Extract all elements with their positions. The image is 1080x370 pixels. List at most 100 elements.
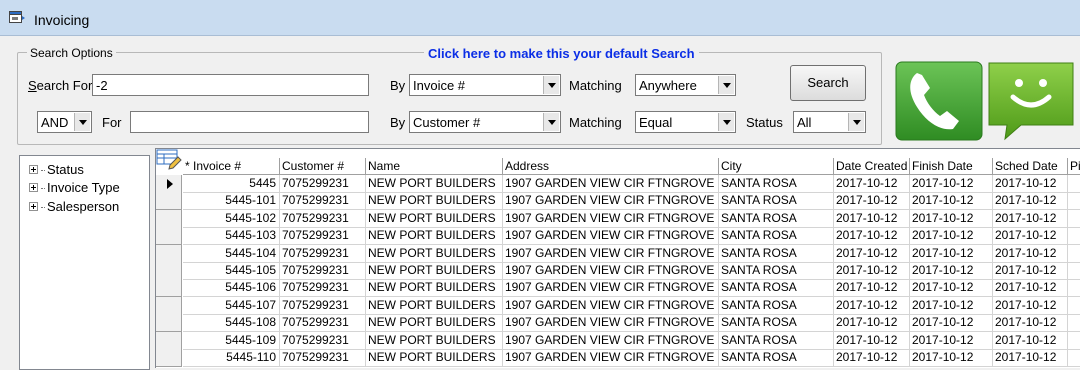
cell-finish-date[interactable]: 2017-10-12 — [910, 175, 993, 193]
column-header-sched-date[interactable]: Sched Date — [993, 158, 1068, 175]
row-selector[interactable] — [156, 296, 182, 315]
cell-address[interactable]: 1907 GARDEN VIEW CIR FTNGROVE — [503, 314, 719, 333]
cell-date-created[interactable]: 2017-10-12 — [834, 296, 910, 315]
cell-sched-date[interactable]: 2017-10-12 — [993, 175, 1068, 193]
row-selector[interactable] — [156, 314, 182, 333]
search-button[interactable]: Search — [790, 65, 866, 101]
cell-address[interactable]: 1907 GARDEN VIEW CIR FTNGROVE — [503, 192, 719, 211]
by-select-1[interactable]: Invoice # — [409, 74, 561, 96]
cell-city[interactable]: SANTA ROSA — [719, 244, 834, 263]
cell-sched-date[interactable]: 2017-10-12 — [993, 296, 1068, 315]
cell-finish-date[interactable]: 2017-10-12 — [910, 209, 993, 228]
cell-address[interactable]: 1907 GARDEN VIEW CIR FTNGROVE — [503, 209, 719, 228]
cell-customer-number[interactable]: 7075299231 — [280, 175, 366, 193]
status-select[interactable]: All — [793, 111, 866, 133]
cell-invoice-number[interactable]: 5445-104 — [183, 244, 280, 263]
edit-grid-icon[interactable] — [156, 149, 182, 175]
cell-invoice-number[interactable]: 5445-106 — [183, 279, 280, 298]
cell-sched-date[interactable]: 2017-10-12 — [993, 279, 1068, 298]
cell-name[interactable]: NEW PORT BUILDERS — [366, 331, 503, 350]
row-selector[interactable] — [156, 227, 182, 246]
cell-sched-date[interactable]: 2017-10-12 — [993, 349, 1068, 367]
cell-date-created[interactable]: 2017-10-12 — [834, 192, 910, 211]
search-for-input[interactable] — [92, 74, 369, 96]
cell-date-created[interactable]: 2017-10-12 — [834, 314, 910, 333]
cell-address[interactable]: 1907 GARDEN VIEW CIR FTNGROVE — [503, 244, 719, 263]
tree-item-status[interactable]: Status — [29, 162, 84, 177]
cell-invoice-number[interactable]: 5445-103 — [183, 227, 280, 246]
expand-icon[interactable] — [29, 202, 38, 211]
column-header-city[interactable]: City — [719, 158, 834, 175]
sms-icon[interactable] — [987, 61, 1075, 141]
column-header-pi[interactable]: Pi — [1068, 158, 1080, 175]
cell-finish-date[interactable]: 2017-10-12 — [910, 296, 993, 315]
cell-finish-date[interactable]: 2017-10-12 — [910, 349, 993, 367]
tree-item-salesperson[interactable]: Salesperson — [29, 199, 119, 214]
cell-date-created[interactable]: 2017-10-12 — [834, 262, 910, 280]
row-selector[interactable] — [156, 175, 182, 193]
cell-name[interactable]: NEW PORT BUILDERS — [366, 192, 503, 211]
cell-finish-date[interactable]: 2017-10-12 — [910, 331, 993, 350]
logic-select[interactable]: AND — [37, 111, 92, 133]
cell-pi[interactable] — [1068, 279, 1080, 298]
cell-name[interactable]: NEW PORT BUILDERS — [366, 227, 503, 246]
matching-select-2[interactable]: Equal — [635, 111, 736, 133]
cell-city[interactable]: SANTA ROSA — [719, 279, 834, 298]
cell-name[interactable]: NEW PORT BUILDERS — [366, 296, 503, 315]
cell-pi[interactable] — [1068, 297, 1080, 315]
cell-sched-date[interactable]: 2017-10-12 — [993, 262, 1068, 280]
cell-name[interactable]: NEW PORT BUILDERS — [366, 244, 503, 263]
cell-date-created[interactable]: 2017-10-12 — [834, 227, 910, 246]
cell-address[interactable]: 1907 GARDEN VIEW CIR FTNGROVE — [503, 175, 719, 193]
cell-city[interactable]: SANTA ROSA — [719, 209, 834, 228]
matching-select-1[interactable]: Anywhere — [635, 74, 736, 96]
cell-customer-number[interactable]: 7075299231 — [280, 209, 366, 228]
cell-pi[interactable] — [1068, 349, 1080, 367]
cell-name[interactable]: NEW PORT BUILDERS — [366, 279, 503, 298]
cell-pi[interactable] — [1068, 245, 1080, 263]
cell-city[interactable]: SANTA ROSA — [719, 227, 834, 246]
cell-sched-date[interactable]: 2017-10-12 — [993, 209, 1068, 228]
chevron-down-icon[interactable] — [543, 76, 559, 94]
column-header-invoice-number[interactable]: * Invoice # — [183, 158, 280, 175]
cell-finish-date[interactable]: 2017-10-12 — [910, 244, 993, 263]
for-input[interactable] — [130, 111, 369, 133]
cell-city[interactable]: SANTA ROSA — [719, 175, 834, 193]
cell-sched-date[interactable]: 2017-10-12 — [993, 244, 1068, 263]
cell-customer-number[interactable]: 7075299231 — [280, 331, 366, 350]
cell-pi[interactable] — [1068, 262, 1080, 280]
cell-date-created[interactable]: 2017-10-12 — [834, 279, 910, 298]
chevron-down-icon[interactable] — [543, 113, 559, 131]
cell-city[interactable]: SANTA ROSA — [719, 314, 834, 333]
cell-date-created[interactable]: 2017-10-12 — [834, 244, 910, 263]
by-select-2[interactable]: Customer # — [409, 111, 561, 133]
cell-invoice-number[interactable]: 5445-101 — [183, 192, 280, 211]
column-header-date-created[interactable]: Date Created — [834, 158, 910, 175]
cell-address[interactable]: 1907 GARDEN VIEW CIR FTNGROVE — [503, 331, 719, 350]
expand-icon[interactable] — [29, 183, 38, 192]
cell-city[interactable]: SANTA ROSA — [719, 331, 834, 350]
cell-invoice-number[interactable]: 5445 — [183, 175, 280, 193]
chevron-down-icon[interactable] — [74, 113, 90, 131]
cell-finish-date[interactable]: 2017-10-12 — [910, 314, 993, 333]
cell-invoice-number[interactable]: 5445-109 — [183, 331, 280, 350]
cell-customer-number[interactable]: 7075299231 — [280, 349, 366, 367]
cell-customer-number[interactable]: 7075299231 — [280, 279, 366, 298]
column-header-finish-date[interactable]: Finish Date — [910, 158, 993, 175]
cell-address[interactable]: 1907 GARDEN VIEW CIR FTNGROVE — [503, 262, 719, 280]
cell-customer-number[interactable]: 7075299231 — [280, 192, 366, 211]
cell-invoice-number[interactable]: 5445-102 — [183, 209, 280, 228]
cell-finish-date[interactable]: 2017-10-12 — [910, 262, 993, 280]
cell-customer-number[interactable]: 7075299231 — [280, 262, 366, 280]
cell-name[interactable]: NEW PORT BUILDERS — [366, 209, 503, 228]
cell-date-created[interactable]: 2017-10-12 — [834, 349, 910, 367]
cell-sched-date[interactable]: 2017-10-12 — [993, 331, 1068, 350]
cell-date-created[interactable]: 2017-10-12 — [834, 209, 910, 228]
row-selector[interactable] — [156, 192, 182, 211]
cell-sched-date[interactable]: 2017-10-12 — [993, 314, 1068, 333]
cell-name[interactable]: NEW PORT BUILDERS — [366, 262, 503, 280]
cell-pi[interactable] — [1068, 175, 1080, 193]
cell-name[interactable]: NEW PORT BUILDERS — [366, 175, 503, 193]
cell-customer-number[interactable]: 7075299231 — [280, 296, 366, 315]
cell-address[interactable]: 1907 GARDEN VIEW CIR FTNGROVE — [503, 349, 719, 367]
